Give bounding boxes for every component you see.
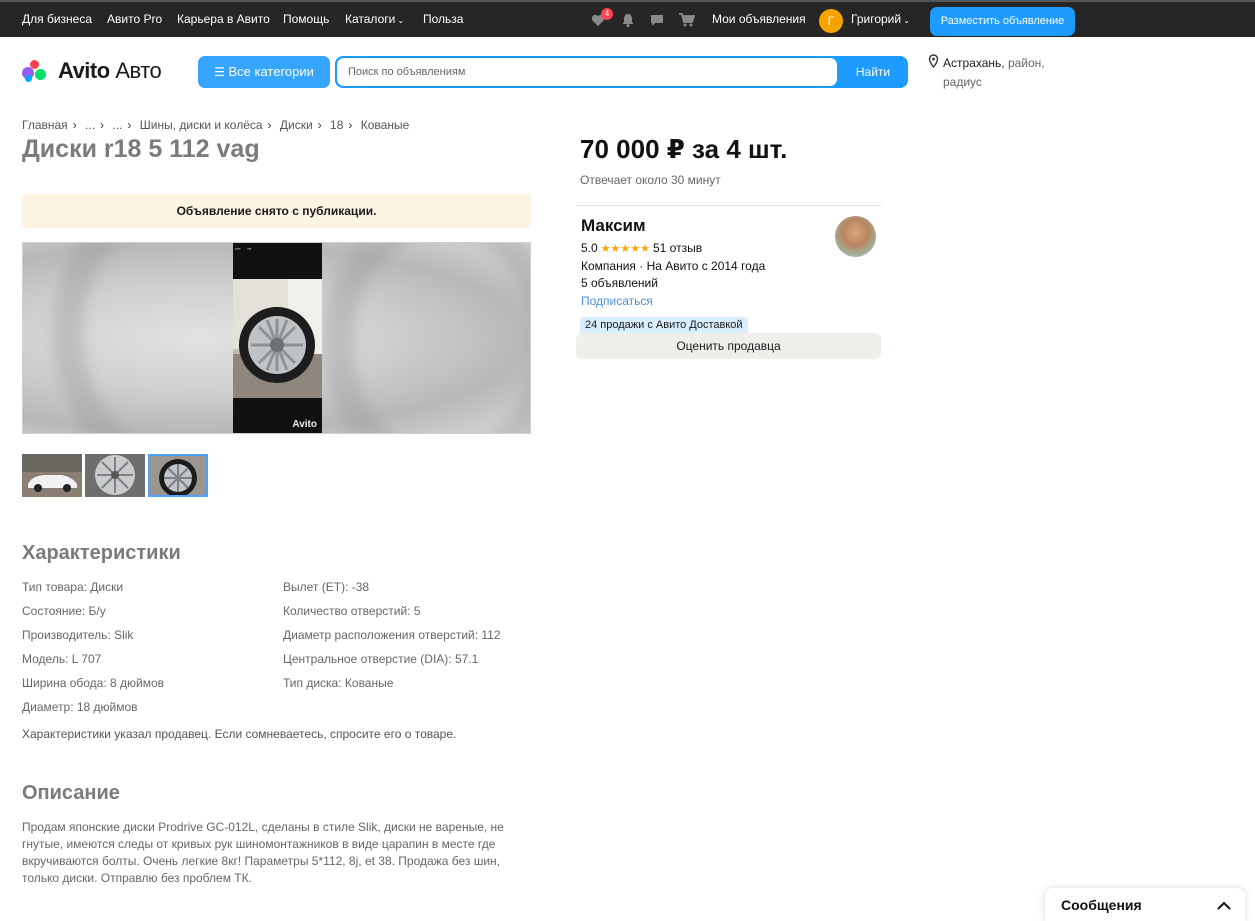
- spec-item: Вылет (ET): -38: [283, 580, 370, 594]
- thumbnail-wheel[interactable]: [85, 454, 145, 497]
- rating-stars-icon: ★★★★★: [600, 243, 650, 255]
- characteristics-heading: Характеристики: [22, 542, 181, 564]
- thumbnail-wheel-selected[interactable]: [148, 454, 208, 497]
- all-categories-label: Все категории: [228, 64, 314, 79]
- bell-icon[interactable]: [620, 12, 636, 28]
- logo-dot-blue: [25, 75, 32, 82]
- blurred-wheel-shape: [323, 243, 530, 433]
- nav-link-business[interactable]: Для бизнеса: [22, 12, 92, 26]
- nav-link-catalogs[interactable]: Каталоги ⌄: [345, 12, 404, 26]
- menu-search-icon: ☰: [214, 65, 225, 79]
- my-ads-link[interactable]: Мои объявления: [712, 12, 806, 26]
- nav-link-help[interactable]: Помощь: [283, 12, 329, 26]
- breadcrumb-chevron-icon: ›: [127, 118, 132, 132]
- spec-item: Тип диска: Кованые: [283, 676, 394, 690]
- description-heading: Описание: [22, 782, 120, 804]
- breadcrumb-chevron-icon: ›: [348, 118, 353, 132]
- logo-dot-green: [35, 69, 46, 80]
- rate-seller-button[interactable]: Оценить продавца: [576, 333, 881, 359]
- breadcrumb-chevron-icon: ›: [267, 118, 272, 132]
- user-avatar[interactable]: Г: [819, 9, 843, 33]
- user-menu[interactable]: Григорий ⌄: [851, 12, 910, 26]
- breadcrumb-item[interactable]: Шины, диски и колёса: [140, 118, 263, 132]
- search-bar: Найти: [335, 56, 908, 88]
- location-pin-icon: [928, 54, 939, 74]
- messages-widget[interactable]: Сообщения: [1045, 888, 1245, 921]
- photo-screenshot: ▪▪▪▪ ▪▪▪ Avito: [233, 243, 322, 433]
- price: 70 000 ₽ за 4 шт.: [580, 134, 788, 164]
- spec-item: Центральное отверстие (DIA): 57.1: [283, 652, 479, 666]
- seller-ads-count[interactable]: 5 объявлений: [581, 276, 658, 290]
- unpublished-notice: Объявление снято с публикации.: [22, 194, 531, 228]
- phone-status-bar: ▪▪▪▪ ▪▪▪: [235, 246, 252, 251]
- spec-item: Ширина обода: 8 дюймов: [22, 676, 165, 690]
- main-photo[interactable]: ▪▪▪▪ ▪▪▪ Avito: [22, 242, 531, 434]
- top-bar: Для бизнеса Авито Pro Карьера в Авито По…: [0, 0, 1255, 37]
- favorites-badge: 4: [601, 8, 613, 20]
- spec-item: Модель: L 707: [22, 652, 102, 666]
- subscribe-link[interactable]: Подписаться: [581, 294, 653, 308]
- spec-item: Тип товара: Диски: [22, 580, 124, 594]
- nav-link-careers[interactable]: Карьера в Авито: [177, 12, 270, 26]
- rating-value: 5.0: [581, 241, 598, 255]
- location-city: Астрахань,: [943, 56, 1005, 70]
- divider: [576, 205, 881, 206]
- seller-rating[interactable]: 5.0 ★★★★★ 51 отзыв: [581, 241, 702, 255]
- chevron-up-icon[interactable]: [1217, 898, 1231, 916]
- description-text: Продам японские диски Prodrive GC-012L, …: [22, 820, 504, 885]
- chat-icon[interactable]: [649, 12, 665, 28]
- delivery-badge: 24 продажи с Авито Доставкой: [580, 317, 748, 334]
- breadcrumb-item[interactable]: 18: [330, 118, 343, 132]
- messages-label: Сообщения: [1061, 897, 1142, 913]
- cart-icon[interactable]: [678, 12, 696, 28]
- post-ad-button[interactable]: Разместить объявление: [930, 7, 1075, 36]
- spec-item: Количество отверстий: 5: [283, 604, 421, 618]
- all-categories-button[interactable]: ☰ Все категории: [198, 56, 330, 88]
- breadcrumb-item[interactable]: Кованые: [361, 118, 410, 132]
- thumbnail-car[interactable]: [22, 454, 82, 497]
- characteristics-note: Характеристики указал продавец. Если сом…: [22, 727, 457, 741]
- nav-link-benefit[interactable]: Польза: [423, 12, 463, 26]
- breadcrumb-item[interactable]: Главная: [22, 118, 68, 132]
- reply-time: Отвечает около 30 минут: [580, 173, 721, 187]
- breadcrumb: Главная › ... › ... › Шины, диски и колёса ›…: [22, 118, 409, 132]
- breadcrumb-chevron-icon: ›: [72, 118, 77, 132]
- spec-item: Производитель: Slik: [22, 628, 134, 642]
- search-input[interactable]: [337, 58, 837, 86]
- breadcrumb-item[interactable]: Диски: [280, 118, 313, 132]
- spec-item: Диаметр расположения отверстий: 112: [283, 628, 501, 642]
- nav-link-avito-pro[interactable]: Авито Pro: [107, 12, 162, 26]
- logo-light: Авто: [115, 58, 162, 83]
- logo-text: Avito Авто: [58, 58, 162, 84]
- page-title: Диски r18 5 112 vag: [22, 135, 260, 163]
- search-button[interactable]: Найти: [838, 56, 908, 88]
- logo-bold: Avito: [58, 58, 110, 83]
- spec-item: Состояние: Б/у: [22, 604, 106, 618]
- chevron-down-icon: ⌄: [901, 16, 911, 25]
- user-name: Григорий: [851, 12, 902, 26]
- spec-item: Диаметр: 18 дюймов: [22, 700, 138, 714]
- breadcrumb-item[interactable]: ...: [112, 118, 122, 132]
- reviews-count: 51 отзыв: [653, 241, 703, 255]
- breadcrumb-chevron-icon: ›: [317, 118, 322, 132]
- breadcrumb-item[interactable]: ...: [85, 118, 95, 132]
- location-radius: радиус: [943, 75, 982, 89]
- logo-dot-red: [30, 60, 39, 69]
- location-district: район,: [1007, 56, 1045, 70]
- avito-watermark: Avito: [292, 419, 317, 430]
- wheel-photo: [233, 279, 322, 398]
- breadcrumb-chevron-icon: ›: [100, 118, 105, 132]
- chevron-down-icon: ⌄: [395, 16, 405, 25]
- seller-name[interactable]: Максим: [581, 216, 646, 236]
- catalogs-label: Каталоги: [345, 12, 396, 26]
- seller-company-line: Компания · На Авито с 2014 года: [581, 259, 766, 273]
- location-selector[interactable]: Астрахань, район, радиус: [928, 54, 1045, 92]
- seller-avatar[interactable]: [835, 216, 876, 257]
